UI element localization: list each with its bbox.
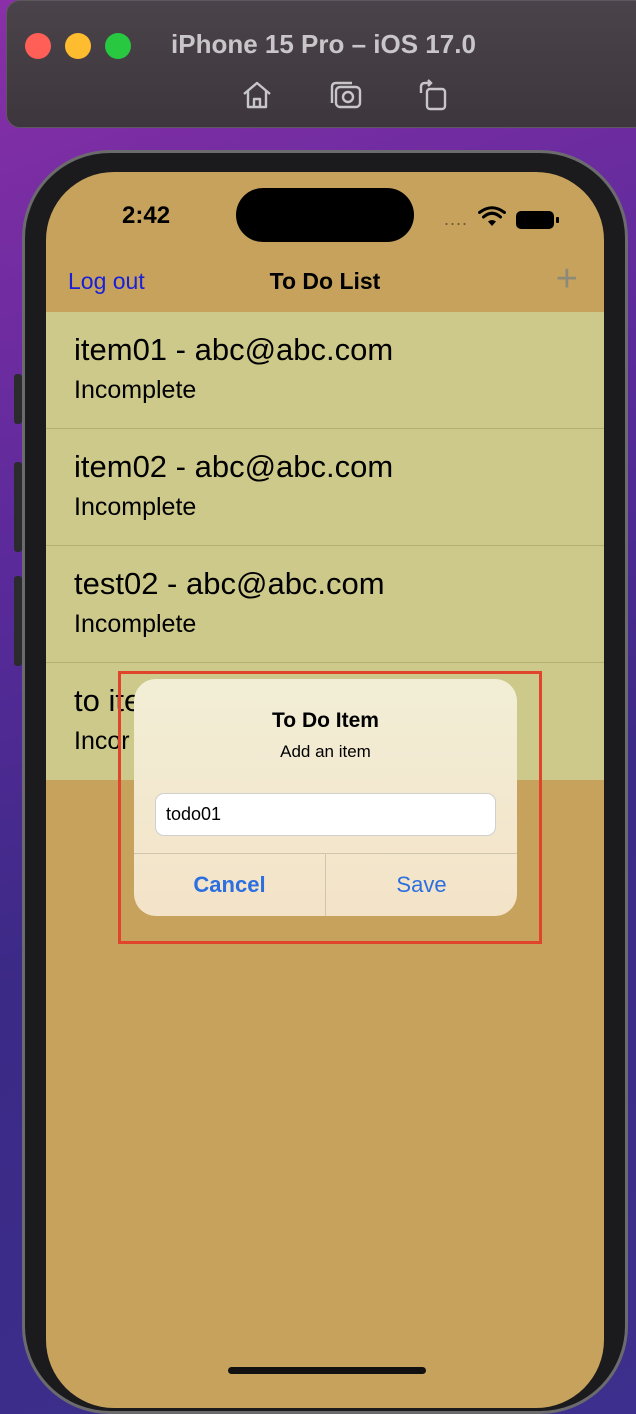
- item-status: Incomplete: [74, 493, 197, 521]
- simulator-title: iPhone 15 Pro – iOS 17.0: [171, 29, 476, 59]
- rotate-icon[interactable]: [415, 77, 451, 118]
- dynamic-island: [236, 188, 414, 242]
- action-button: [14, 374, 22, 424]
- zoom-window-button[interactable]: [105, 33, 131, 59]
- volume-down-button: [14, 576, 22, 666]
- signal-icon: ....: [444, 209, 469, 229]
- list-item[interactable]: test02 - abc@abc.com Incomplete: [46, 546, 604, 663]
- status-bar: 2:42 ....: [46, 172, 604, 262]
- todo-item-input[interactable]: [155, 793, 496, 836]
- alert-title: To Do Item: [272, 709, 379, 732]
- home-icon[interactable]: [239, 77, 275, 118]
- cancel-button[interactable]: Cancel: [134, 854, 325, 916]
- simulator-toolbar: iPhone 15 Pro – iOS 17.0: [6, 0, 636, 128]
- item-title: item01 - abc@abc.com: [74, 332, 394, 367]
- battery-icon: [516, 210, 560, 229]
- list-item[interactable]: item02 - abc@abc.com Incomplete: [46, 429, 604, 546]
- wifi-icon: [478, 206, 507, 233]
- home-indicator[interactable]: [228, 1367, 426, 1374]
- screenshot-icon[interactable]: [327, 77, 363, 118]
- item-status: Incomplete: [74, 610, 197, 638]
- navigation-bar: Log out To Do List +: [46, 258, 604, 312]
- alert-message: Add an item: [280, 742, 371, 761]
- save-button[interactable]: Save: [326, 854, 517, 916]
- page-title: To Do List: [269, 268, 381, 294]
- minimize-window-button[interactable]: [65, 33, 91, 59]
- status-time: 2:42: [122, 202, 171, 229]
- window-controls: [25, 33, 131, 59]
- add-item-alert: To Do Item Add an item Cancel Save: [134, 679, 517, 916]
- item-status: Incomplete: [74, 376, 197, 404]
- item-title: test02 - abc@abc.com: [74, 566, 385, 601]
- plus-icon[interactable]: +: [556, 258, 578, 301]
- volume-up-button: [14, 462, 22, 552]
- item-title: item02 - abc@abc.com: [74, 449, 394, 484]
- list-item[interactable]: item01 - abc@abc.com Incomplete: [46, 312, 604, 429]
- close-window-button[interactable]: [25, 33, 51, 59]
